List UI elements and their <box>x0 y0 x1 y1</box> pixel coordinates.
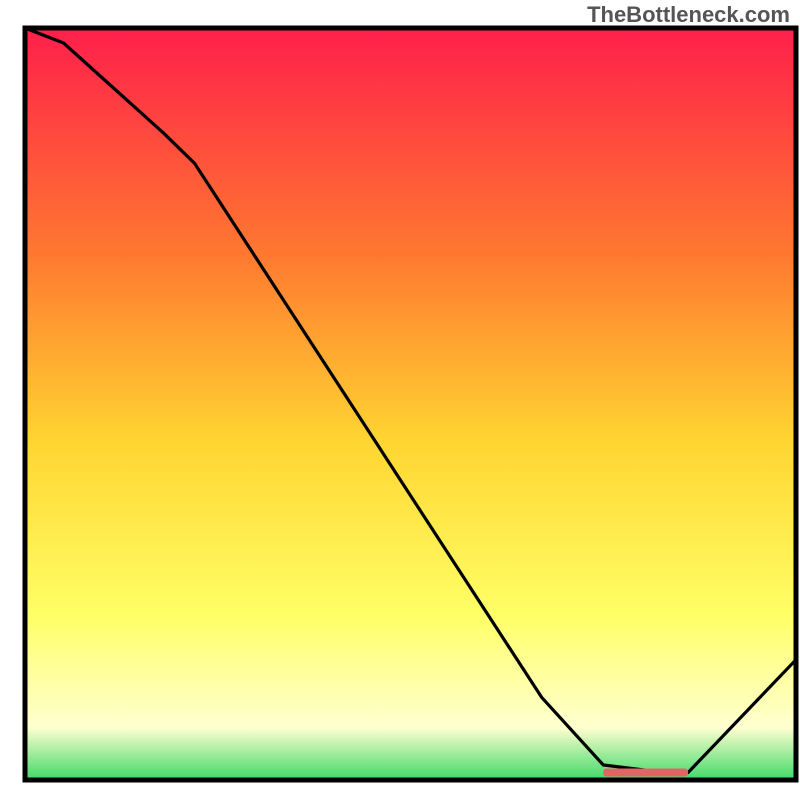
bottleneck-chart <box>0 0 800 800</box>
plot-background <box>25 28 796 780</box>
optimal-marker <box>603 768 688 776</box>
chart-container: { "watermark": "TheBottleneck.com", "col… <box>0 0 800 800</box>
